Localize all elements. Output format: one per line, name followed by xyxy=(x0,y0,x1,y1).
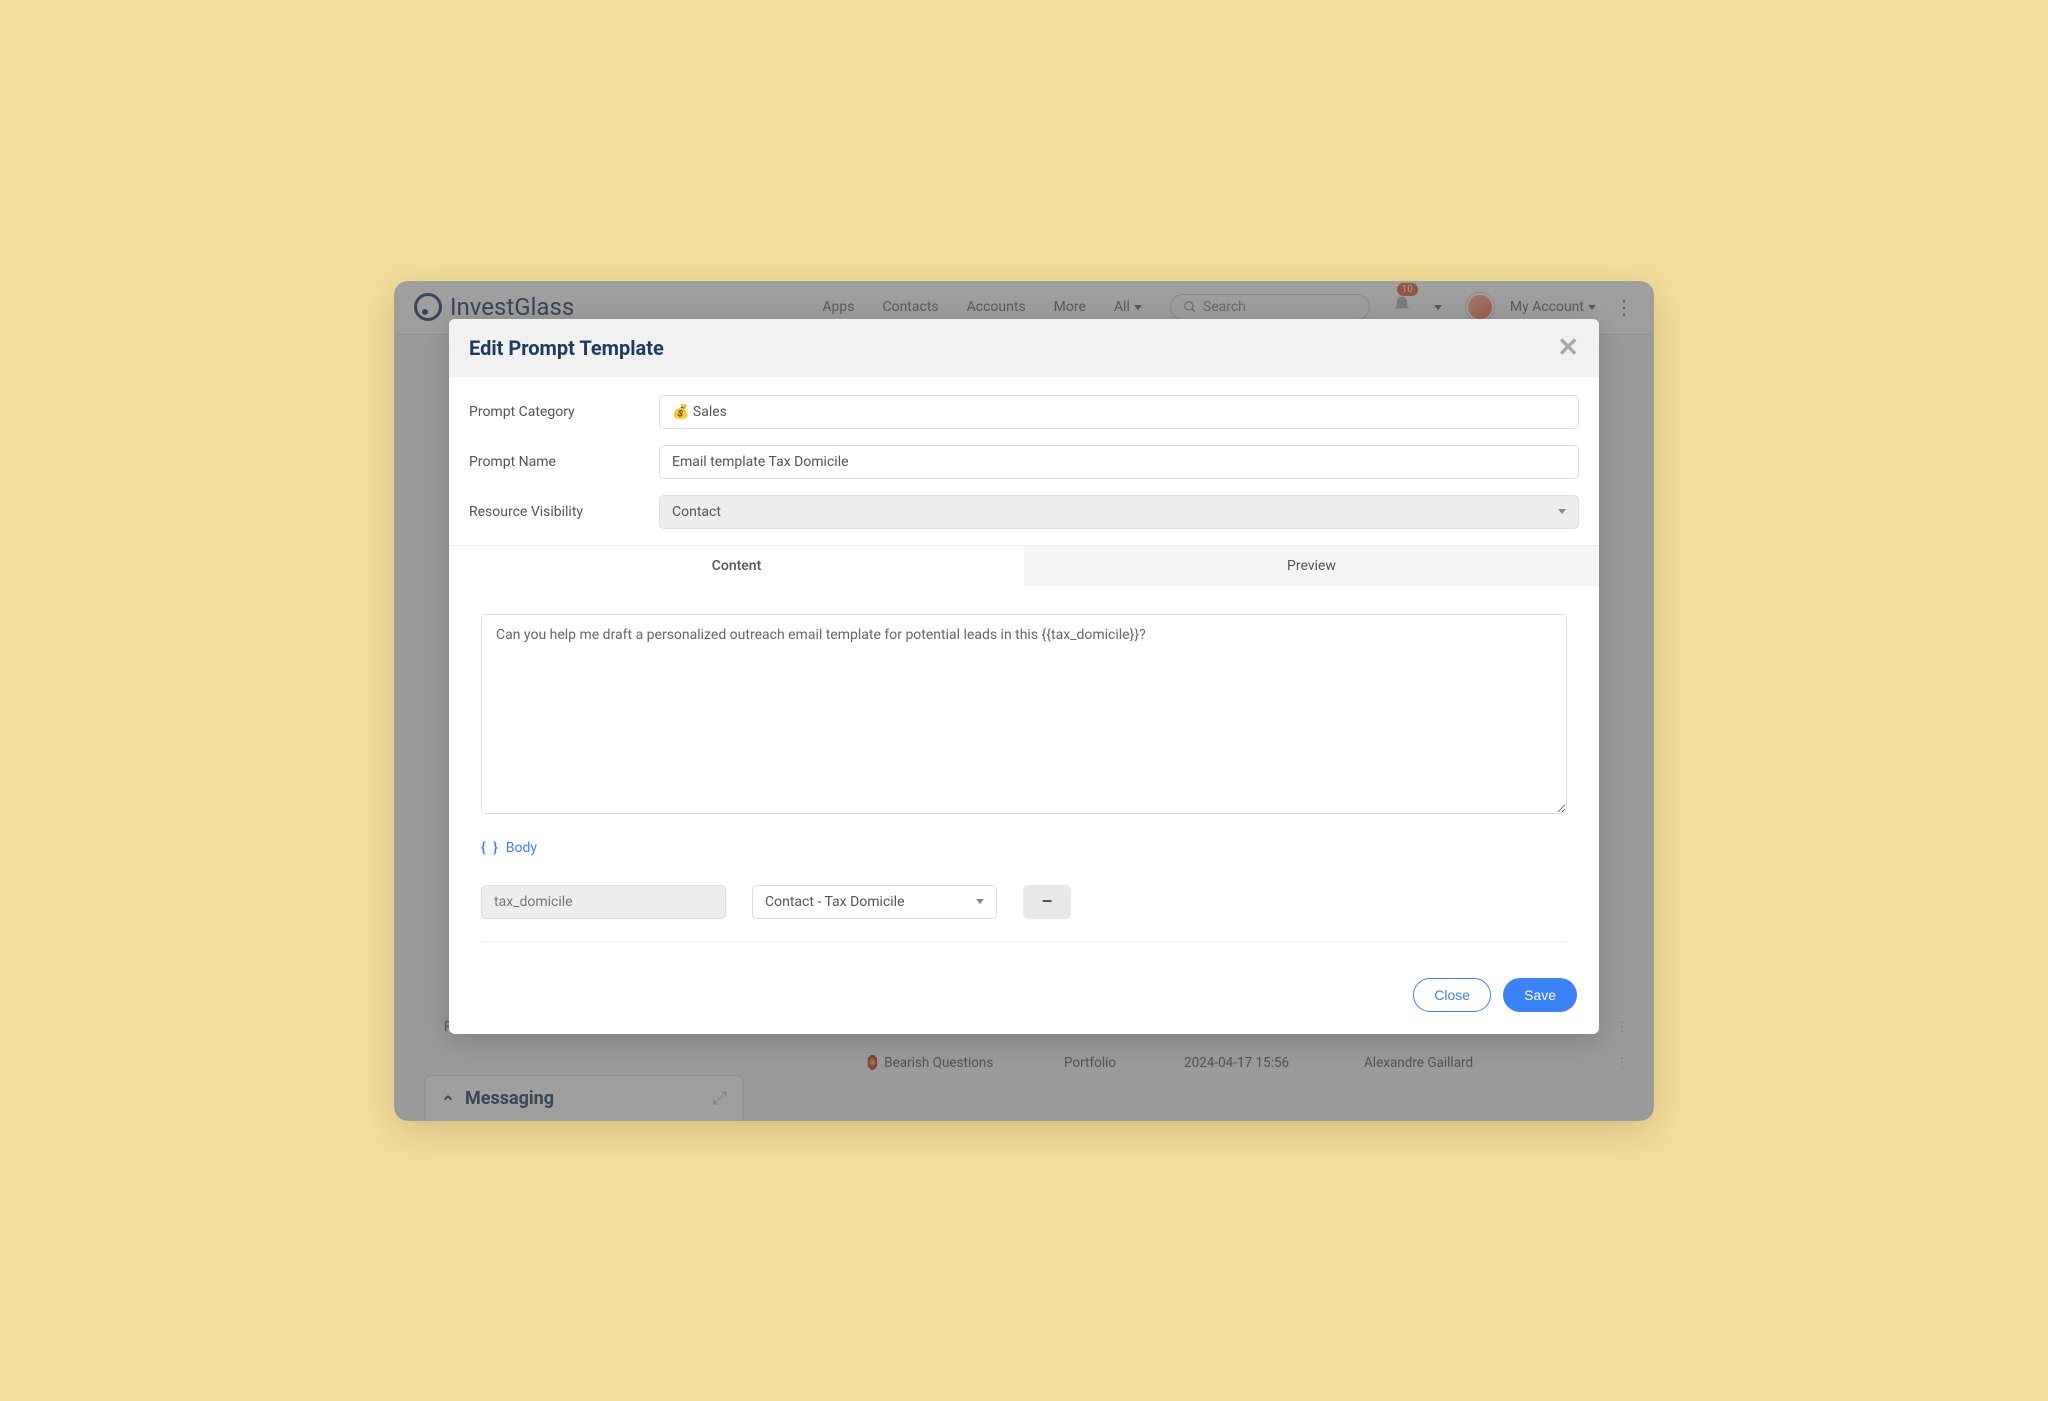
close-icon[interactable]: ✕ xyxy=(1557,335,1579,361)
braces-icon: { } xyxy=(481,840,500,856)
save-button[interactable]: Save xyxy=(1503,978,1577,1012)
chevron-down-icon xyxy=(1558,509,1566,514)
modal-header: Edit Prompt Template ✕ xyxy=(449,319,1599,377)
content-textarea[interactable] xyxy=(481,614,1567,814)
close-button[interactable]: Close xyxy=(1413,978,1491,1012)
variable-row: tax_domicile Contact - Tax Domicile − xyxy=(481,866,1567,942)
body-link-label: Body xyxy=(506,840,537,856)
label-prompt-category: Prompt Category xyxy=(469,404,659,420)
modal-footer: Close Save xyxy=(449,960,1599,1034)
select-resource-visibility[interactable]: Contact xyxy=(659,495,1579,529)
input-prompt-category[interactable] xyxy=(659,395,1579,429)
remove-variable-button[interactable]: − xyxy=(1023,885,1071,919)
body-variables-link[interactable]: { } Body xyxy=(481,840,1567,856)
field-prompt-category: Prompt Category xyxy=(469,395,1579,429)
field-prompt-name: Prompt Name xyxy=(469,445,1579,479)
variable-mapping-value: Contact - Tax Domicile xyxy=(765,894,905,910)
modal-title: Edit Prompt Template xyxy=(469,336,664,360)
select-visibility-value: Contact xyxy=(672,504,721,520)
input-prompt-name[interactable] xyxy=(659,445,1579,479)
app-window: InvestGlass Apps Contacts Accounts More … xyxy=(394,281,1654,1121)
content-editor-area: { } Body tax_domicile Contact - Tax Domi… xyxy=(469,586,1579,960)
variable-name-field[interactable]: tax_domicile xyxy=(481,885,726,919)
chevron-down-icon xyxy=(976,899,984,904)
field-resource-visibility: Resource Visibility Contact xyxy=(469,495,1579,529)
label-prompt-name: Prompt Name xyxy=(469,454,659,470)
variable-mapping-select[interactable]: Contact - Tax Domicile xyxy=(752,885,997,919)
tab-preview[interactable]: Preview xyxy=(1024,545,1599,586)
edit-prompt-template-modal: Edit Prompt Template ✕ Prompt Category P… xyxy=(449,319,1599,1034)
modal-body: Prompt Category Prompt Name Resource Vis… xyxy=(449,377,1599,960)
label-resource-visibility: Resource Visibility xyxy=(469,504,659,520)
modal-tabs: Content Preview xyxy=(449,545,1599,586)
tab-content[interactable]: Content xyxy=(449,545,1024,586)
